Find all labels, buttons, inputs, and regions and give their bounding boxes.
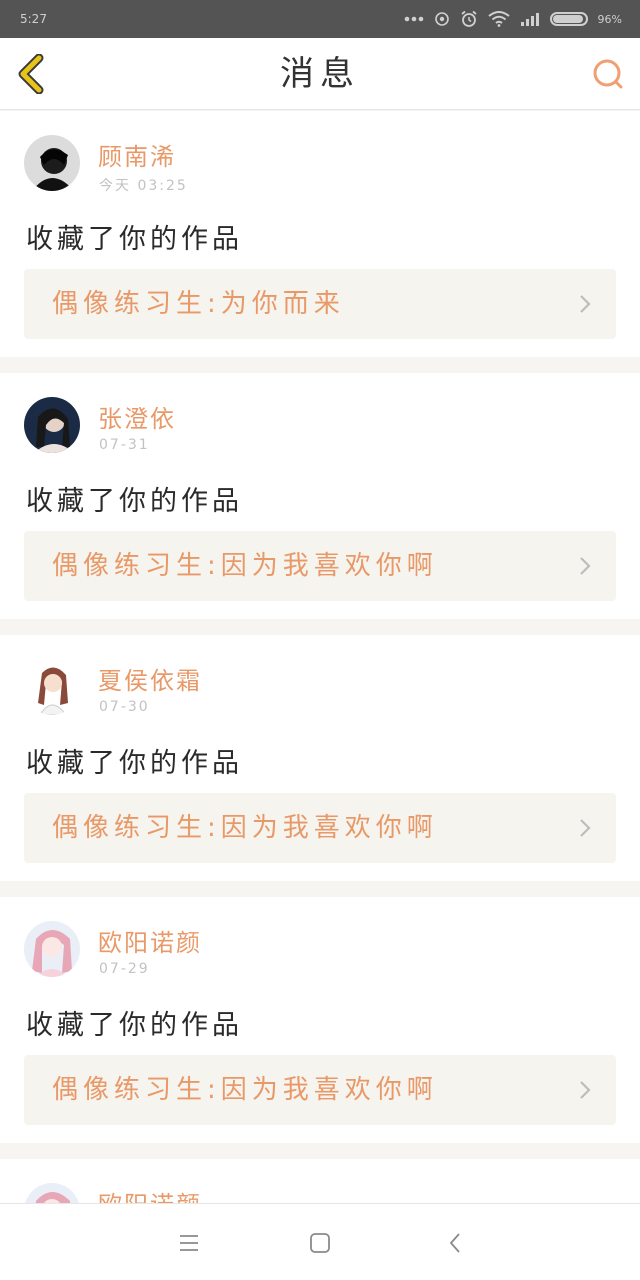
action-text: 收藏了你的作品 [26, 748, 243, 779]
post-time: 今天 03:25 [99, 178, 188, 194]
status-bar: 5:27 96% [0, 0, 640, 38]
avatar[interactable] [24, 1183, 80, 1203]
status-icons: 96% [404, 10, 622, 28]
user-name[interactable]: 欧阳诺颜 [98, 923, 202, 958]
avatar[interactable] [24, 135, 80, 191]
chevron-right-icon [580, 1081, 591, 1099]
battery-icon [549, 12, 588, 26]
more-dots-icon [404, 16, 423, 22]
action-text: 收藏了你的作品 [26, 224, 243, 255]
avatar[interactable] [24, 659, 80, 715]
user-name[interactable]: 欧阳诺颜 [98, 1185, 202, 1203]
notification-card: 欧阳诺颜 07-29 收藏了你的作品 偶像练习生:因为我喜欢你啊 [0, 897, 640, 1143]
search-button[interactable] [588, 54, 628, 94]
work-title: 偶像练习生:为你而来 [52, 289, 345, 319]
hotspot-icon [434, 12, 449, 26]
user-name[interactable]: 顾南浠 [98, 137, 176, 172]
chevron-right-icon [580, 819, 591, 837]
work-link[interactable]: 偶像练习生:因为我喜欢你啊 [24, 1055, 616, 1125]
battery-percent: 96% [597, 12, 622, 26]
notification-list[interactable]: 顾南浠 今天 03:25 收藏了你的作品 偶像练习生:为你而来 张澄依 07-3… [0, 111, 640, 1203]
chevron-right-icon [580, 557, 591, 575]
post-time: 07-31 [99, 437, 150, 453]
notification-card: 夏侯依霜 07-30 收藏了你的作品 偶像练习生:因为我喜欢你啊 [0, 635, 640, 881]
notification-card: 顾南浠 今天 03:25 收藏了你的作品 偶像练习生:为你而来 [0, 111, 640, 357]
home-button[interactable] [305, 1228, 335, 1258]
app-header: 消息 [0, 38, 640, 110]
action-text: 收藏了你的作品 [26, 486, 243, 517]
avatar[interactable] [24, 397, 80, 453]
home-square-icon [310, 1233, 330, 1253]
post-time: 07-30 [99, 699, 150, 715]
page-title: 消息 [280, 54, 360, 94]
status-time: 5:27 [20, 12, 47, 26]
notification-card: 欧阳诺颜 [0, 1159, 640, 1203]
work-link[interactable]: 偶像练习生:因为我喜欢你啊 [24, 793, 616, 863]
work-title: 偶像练习生:因为我喜欢你啊 [52, 551, 438, 581]
work-link[interactable]: 偶像练习生:为你而来 [24, 269, 616, 339]
wifi-icon [487, 11, 510, 27]
menu-icon [180, 1235, 198, 1251]
system-nav-bar [0, 1203, 640, 1280]
post-time: 07-29 [99, 961, 150, 977]
user-name[interactable]: 夏侯依霜 [98, 661, 202, 696]
notification-card: 张澄依 07-31 收藏了你的作品 偶像练习生:因为我喜欢你啊 [0, 373, 640, 619]
work-title: 偶像练习生:因为我喜欢你啊 [52, 813, 438, 843]
back-nav-button[interactable] [440, 1228, 470, 1258]
avatar[interactable] [24, 921, 80, 977]
signal-icon [520, 13, 539, 26]
user-name[interactable]: 张澄依 [98, 399, 176, 434]
back-arrow-icon [449, 1233, 460, 1253]
action-text: 收藏了你的作品 [26, 1010, 243, 1041]
work-title: 偶像练习生:因为我喜欢你啊 [52, 1075, 438, 1105]
alarm-icon [460, 10, 477, 27]
menu-button[interactable] [174, 1228, 204, 1258]
work-link[interactable]: 偶像练习生:因为我喜欢你啊 [24, 531, 616, 601]
search-icon [593, 59, 623, 89]
chevron-right-icon [580, 295, 591, 313]
